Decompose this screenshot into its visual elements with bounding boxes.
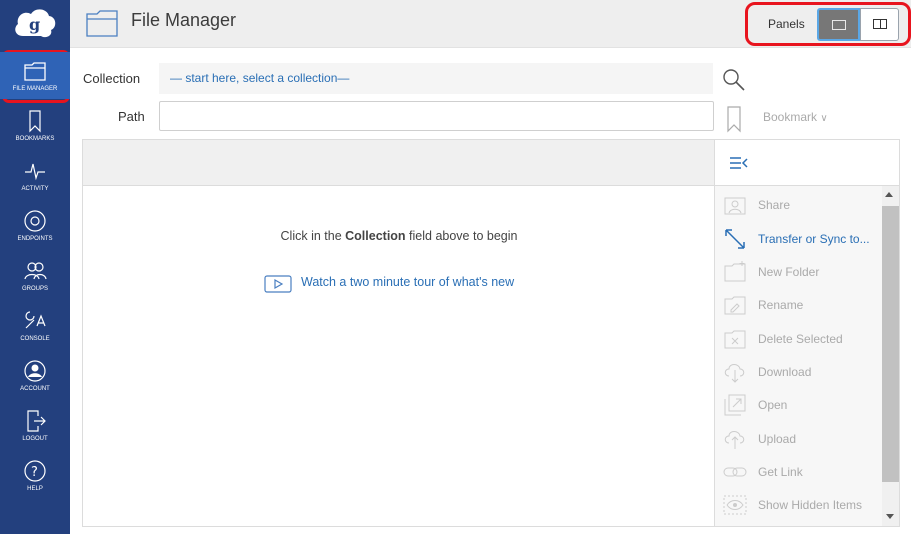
action-open[interactable]: Open	[715, 389, 883, 422]
action-upload[interactable]: Upload	[715, 423, 883, 456]
endpoints-icon	[24, 210, 46, 232]
upload-icon	[724, 431, 745, 449]
collapse-panel-icon[interactable]	[729, 155, 749, 171]
action-label: Transfer or Sync to...	[758, 232, 870, 246]
nav-label: BOOKMARKS	[15, 136, 55, 142]
action-label: Open	[758, 398, 788, 412]
bookmark-icon[interactable]	[726, 105, 742, 133]
hint-prefix: Click in the	[280, 229, 346, 243]
actions-scrollbar[interactable]	[882, 186, 899, 526]
transfer-icon	[725, 229, 745, 249]
bookmark-icon	[29, 110, 41, 133]
account-icon	[24, 360, 46, 382]
actions-panel-header	[715, 140, 899, 186]
hint-bold: Collection	[345, 229, 406, 243]
nav-help[interactable]: ? HELP	[0, 458, 70, 492]
dual-panel-icon	[873, 19, 887, 29]
tour-link-text[interactable]: Watch a two minute tour of what's new	[301, 275, 514, 289]
nav-label: LOGOUT	[22, 436, 48, 442]
action-transfer[interactable]: Transfer or Sync to...	[715, 223, 883, 256]
path-label: Path	[118, 109, 145, 124]
action-label: Rename	[758, 298, 804, 312]
download-icon	[724, 364, 745, 383]
eye-icon	[723, 495, 747, 515]
action-label: Download	[758, 365, 812, 379]
link-icon	[723, 467, 747, 477]
play-video-icon	[264, 275, 292, 293]
action-share[interactable]: Share	[715, 189, 883, 222]
action-rename[interactable]: Rename	[715, 289, 883, 322]
nav-label: HELP	[27, 486, 43, 492]
sidebar: g FILE MANAGER BOOKMARKS ACTIVITY ENDPOI…	[0, 0, 70, 534]
chevron-down-icon: ∨	[820, 113, 828, 124]
path-input[interactable]	[159, 101, 714, 131]
actions-panel: Share Transfer or Sync to... New Folder …	[714, 139, 900, 527]
nav-label: ENDPOINTS	[17, 236, 53, 242]
nav-activity[interactable]: ACTIVITY	[0, 158, 70, 192]
bookmark-label: Bookmark	[763, 110, 818, 124]
nav-console[interactable]: CONSOLE	[0, 308, 70, 342]
app: g FILE MANAGER BOOKMARKS ACTIVITY ENDPOI…	[0, 0, 911, 534]
globus-logo[interactable]: g	[13, 6, 57, 42]
nav-label: FILE MANAGER	[12, 86, 58, 92]
search-icon[interactable]	[722, 68, 746, 92]
nav-endpoints[interactable]: ENDPOINTS	[0, 208, 70, 242]
dual-panel-button[interactable]	[860, 8, 899, 41]
console-icon	[25, 311, 46, 329]
bookmark-dropdown[interactable]: Bookmark ∨	[763, 110, 828, 124]
folder-icon	[24, 62, 46, 81]
scroll-up-icon[interactable]	[885, 192, 893, 197]
share-icon	[724, 197, 746, 215]
nav-logout[interactable]: LOGOUT	[0, 408, 70, 442]
page-header: File Manager Panels	[70, 0, 911, 48]
action-get-link[interactable]: Get Link	[715, 456, 883, 489]
action-show-hidden[interactable]: Show Hidden Items	[715, 489, 883, 522]
nav-bookmarks[interactable]: BOOKMARKS	[0, 108, 70, 142]
action-delete[interactable]: Delete Selected	[715, 323, 883, 356]
page-title: File Manager	[131, 10, 237, 30]
action-label: Upload	[758, 432, 797, 446]
action-label: Get Link	[758, 465, 803, 479]
action-label: Delete Selected	[758, 332, 843, 346]
action-download[interactable]: Download	[715, 356, 883, 389]
svg-text:g: g	[29, 15, 40, 34]
nav-account[interactable]: ACCOUNT	[0, 358, 70, 392]
file-list-panel: Click in the Collection field above to b…	[82, 139, 715, 527]
activity-icon	[25, 163, 45, 181]
nav-groups[interactable]: GROUPS	[0, 258, 70, 292]
nav-label: ACCOUNT	[20, 386, 50, 392]
logout-icon	[27, 410, 46, 432]
single-panel-icon	[832, 20, 846, 30]
scroll-thumb[interactable]	[882, 206, 899, 482]
action-label: New Folder	[758, 265, 820, 279]
single-panel-button[interactable]	[817, 8, 860, 41]
panels-label: Panels	[768, 17, 805, 31]
collection-input[interactable]: — start here, select a collection—	[159, 63, 713, 94]
action-label: Show Hidden Items	[758, 498, 863, 512]
nav-file-manager[interactable]: FILE MANAGER	[0, 52, 70, 99]
action-label: Share	[758, 198, 791, 212]
file-list-header	[83, 140, 715, 186]
hint-suffix: field above to begin	[405, 229, 518, 243]
delete-icon	[724, 330, 746, 349]
nav-label: CONSOLE	[20, 336, 50, 342]
help-icon: ?	[24, 460, 46, 482]
scroll-down-icon[interactable]	[886, 514, 894, 519]
rename-icon	[724, 296, 746, 315]
collection-label: Collection	[83, 71, 141, 86]
folder-icon	[86, 10, 118, 37]
nav-label: ACTIVITY	[21, 186, 49, 192]
empty-state-hint: Click in the Collection field above to b…	[83, 229, 715, 243]
groups-icon	[24, 262, 47, 280]
open-icon	[724, 394, 746, 416]
svg-text:?: ?	[31, 465, 38, 480]
action-new-folder[interactable]: New Folder	[715, 256, 883, 289]
nav-label: GROUPS	[21, 286, 48, 292]
new-folder-icon	[724, 261, 746, 282]
